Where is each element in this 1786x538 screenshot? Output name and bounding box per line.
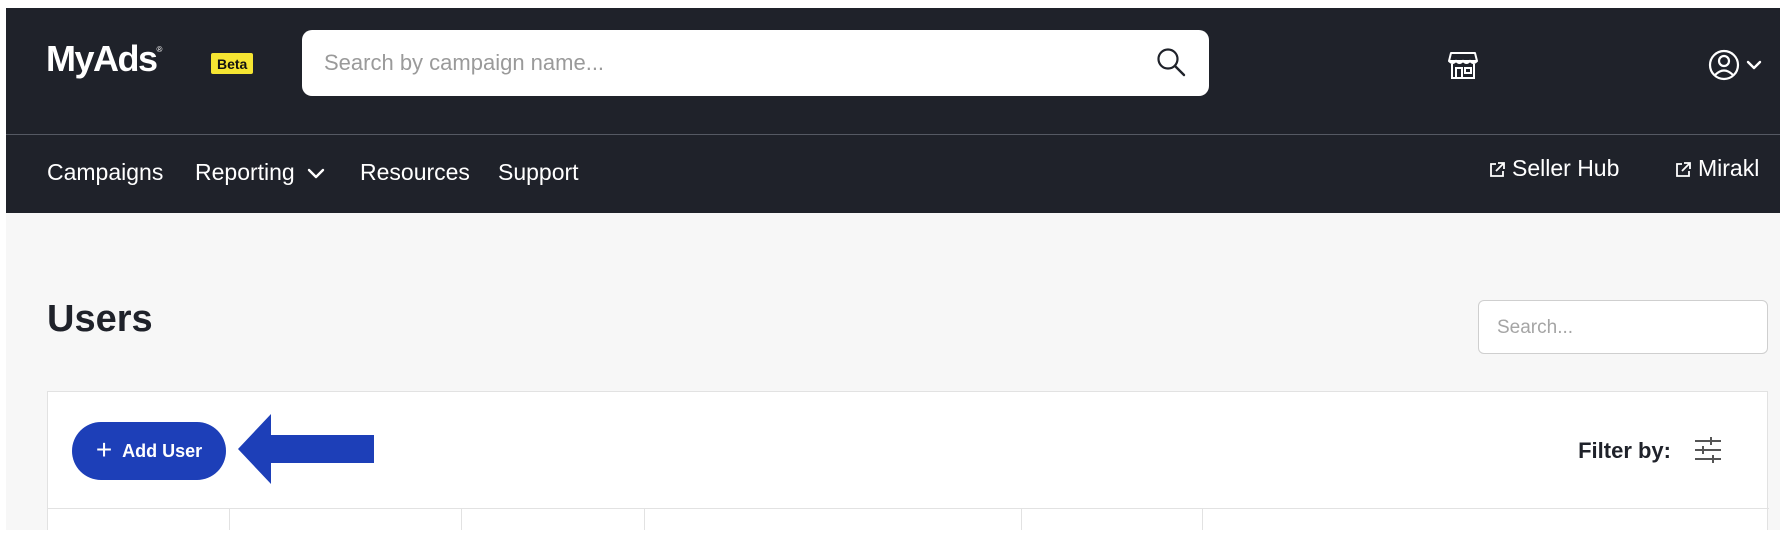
account-circle-icon <box>1708 49 1762 81</box>
add-user-button[interactable]: + Add User <box>72 422 226 480</box>
users-search-box[interactable] <box>1478 300 1768 354</box>
page-title: Users <box>47 298 153 340</box>
users-table-card: + Add User Filter by: <box>47 391 1769 530</box>
seller-hub-link[interactable]: Seller Hub <box>1488 155 1619 182</box>
campaign-search-box[interactable] <box>302 30 1209 96</box>
users-search-input[interactable] <box>1497 315 1747 341</box>
logo-text: MyAds <box>46 38 158 79</box>
filter-by-label: Filter by: <box>1578 438 1671 463</box>
logo-registered-mark: ® <box>156 45 163 54</box>
account-menu[interactable] <box>1708 48 1772 82</box>
filter-sliders-icon[interactable] <box>1693 436 1723 464</box>
nav-support[interactable]: Support <box>498 159 579 186</box>
mirakl-label: Mirakl <box>1698 155 1760 181</box>
store-icon[interactable] <box>1446 48 1480 82</box>
external-link-icon <box>1676 162 1691 177</box>
campaign-search-input[interactable] <box>324 44 1144 82</box>
nav-reporting[interactable]: Reporting <box>195 159 325 186</box>
table-column-divider <box>1202 508 1203 530</box>
beta-badge: Beta <box>211 53 254 74</box>
table-header-divider <box>48 508 1769 509</box>
nav-resources[interactable]: Resources <box>360 159 470 186</box>
app-window: MyAds® Beta Campaigns <box>6 8 1780 530</box>
chevron-down-icon <box>307 168 325 179</box>
nav-reporting-label: Reporting <box>195 159 295 185</box>
nav-campaigns[interactable]: Campaigns <box>47 159 163 186</box>
external-link-icon <box>1490 162 1505 177</box>
plus-icon: + <box>95 433 113 465</box>
search-icon[interactable] <box>1155 46 1187 78</box>
add-user-label: Add User <box>122 440 203 461</box>
top-header: MyAds® Beta <box>6 8 1780 134</box>
table-column-divider <box>229 508 230 530</box>
table-column-divider <box>461 508 462 530</box>
table-column-divider <box>644 508 645 530</box>
main-nav: Campaigns Reporting Resources Support Se… <box>6 135 1780 213</box>
table-column-divider <box>1021 508 1022 530</box>
myads-logo[interactable]: MyAds® <box>46 38 162 80</box>
seller-hub-label: Seller Hub <box>1512 155 1620 181</box>
mirakl-link[interactable]: Mirakl <box>1674 155 1759 182</box>
annotation-arrow-icon <box>238 414 374 484</box>
